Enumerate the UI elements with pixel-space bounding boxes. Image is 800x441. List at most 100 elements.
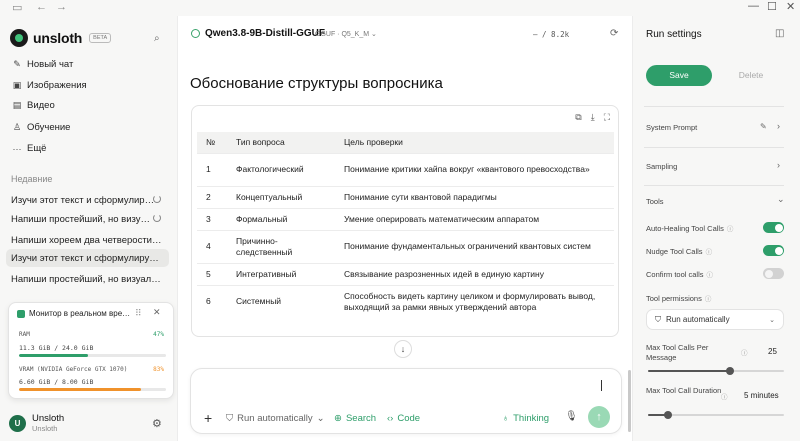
- max-duration-slider[interactable]: [648, 411, 784, 419]
- menu-images[interactable]: ▣ Изображения: [12, 80, 87, 91]
- globe-icon: ⊕: [334, 413, 342, 424]
- settings-gear-icon[interactable]: ⚙: [152, 417, 162, 430]
- auto-healing-toggle[interactable]: [763, 222, 784, 233]
- ram-value: 11.3 GiB / 24.0 GiB: [19, 344, 94, 352]
- lightbulb-icon: ♁: [502, 413, 510, 424]
- table-cell: Концептуальный: [227, 185, 335, 208]
- drag-handle-icon[interactable]: ⠿: [135, 308, 142, 319]
- table-cell: Умение оперировать математическим аппара…: [335, 207, 614, 230]
- column-header: №: [197, 132, 227, 153]
- save-button[interactable]: Save: [646, 65, 712, 86]
- microphone-icon[interactable]: 🎙: [565, 411, 578, 422]
- recent-chat-item[interactable]: Изучи этот текст и сформулир…: [6, 191, 169, 209]
- info-icon[interactable]: ⓘ: [706, 249, 713, 256]
- menu-video[interactable]: ▤ Видео: [12, 100, 55, 111]
- chat-scrollbar[interactable]: [628, 370, 631, 432]
- copy-icon[interactable]: ⧉: [575, 112, 581, 123]
- table-cell: Понимание фундаментальных ограничений кв…: [335, 229, 614, 263]
- panel-title: Run settings: [646, 29, 702, 40]
- info-icon[interactable]: ⓘ: [707, 272, 714, 279]
- info-icon[interactable]: ⓘ: [741, 347, 748, 357]
- text-cursor: [601, 380, 602, 391]
- max-calls-slider[interactable]: [648, 367, 784, 375]
- confirm-toggle[interactable]: [763, 268, 784, 279]
- divider: [644, 106, 784, 107]
- tool-permissions-select[interactable]: ⛉ Run automatically ⌄: [646, 309, 784, 330]
- slider-handle[interactable]: [725, 367, 734, 375]
- thinking-label: Thinking: [513, 413, 550, 424]
- monitor-title: Монитор в реальном вре…: [29, 309, 131, 318]
- info-icon[interactable]: ⓘ: [727, 226, 734, 233]
- vram-bar-fill: [19, 388, 141, 391]
- chevron-right-icon[interactable]: ›: [777, 160, 780, 170]
- menu-training[interactable]: ♙ Обучение: [12, 122, 71, 133]
- brand-logo[interactable]: unsloth BETA: [10, 29, 112, 47]
- recent-chat-item[interactable]: Напиши простейший, но визуальн…: [6, 270, 169, 288]
- attach-plus-icon[interactable]: +: [204, 410, 212, 426]
- close-icon[interactable]: ✕: [153, 307, 161, 318]
- download-icon[interactable]: ⤓: [591, 112, 595, 123]
- menu-new-chat[interactable]: ✎ Новый чат: [12, 59, 73, 70]
- message-heading: Обоснование структуры вопросника: [190, 75, 443, 92]
- close-window-button[interactable]: ✕: [786, 0, 795, 13]
- table-cell: 5: [197, 262, 227, 285]
- chevron-down-icon[interactable]: ⌄: [371, 31, 377, 38]
- search-label: Search: [345, 413, 377, 424]
- sampling-row[interactable]: Sampling: [646, 162, 677, 171]
- user-profile[interactable]: U Unsloth Unsloth: [9, 413, 64, 433]
- model-selector[interactable]: Qwen3.8-9B-Distill-GGUF: [205, 28, 325, 39]
- chevron-down-icon[interactable]: ⌄: [777, 194, 785, 205]
- search-icon[interactable]: ⌕: [154, 33, 160, 44]
- ram-label: RAM: [19, 331, 30, 338]
- thinking-toggle[interactable]: ♁ Thinking: [502, 413, 549, 424]
- table-row: 4 Причинно-следственный Понимание фундам…: [197, 229, 614, 263]
- send-button[interactable]: ↑: [588, 406, 610, 428]
- new-chat-icon: ✎: [13, 59, 21, 69]
- recent-chat-item[interactable]: Напиши простейший, но визу…: [6, 210, 169, 228]
- recent-chat-item-active[interactable]: Изучи этот текст и сформулируй …: [6, 249, 169, 267]
- maximize-button[interactable]: ☐: [767, 0, 777, 13]
- user-plan: Unsloth: [32, 424, 58, 433]
- forward-arrow-icon[interactable]: →: [56, 1, 67, 13]
- more-icon: ···: [12, 143, 22, 154]
- menu-more[interactable]: ··· Ещё: [12, 143, 47, 154]
- sidebar-toggle-icon[interactable]: ▭: [12, 1, 22, 14]
- back-arrow-icon[interactable]: ←: [36, 1, 47, 13]
- vram-bar: [19, 388, 166, 391]
- max-calls-value: 25: [768, 347, 777, 356]
- realtime-monitor-popup: Монитор в реальном вре… ⠿ ✕ RAM 47% 11.3…: [8, 302, 174, 399]
- user-name: Unsloth: [32, 413, 65, 424]
- chat-main: Qwen3.8-9B-Distill-GGUF GGUF · Q5_K_M ⌄ …: [177, 16, 633, 441]
- tools-section-label: Tools: [646, 197, 664, 206]
- table-cell: Понимание критики хайпа вокруг «квантово…: [335, 152, 614, 186]
- expand-icon[interactable]: ⛶: [604, 112, 610, 123]
- divider: [644, 147, 784, 148]
- info-icon[interactable]: ⓘ: [721, 391, 728, 401]
- nudge-toggle[interactable]: [763, 245, 784, 256]
- minimize-button[interactable]: —: [748, 0, 759, 12]
- code-tool-button[interactable]: ‹› Code: [387, 413, 420, 424]
- quant-text: GGUF · Q5_K_M: [315, 31, 370, 38]
- message-composer[interactable]: + ⛉ Run automatically ⌄ ⊕ Search ‹› Code…: [190, 368, 622, 434]
- chevron-right-icon[interactable]: ›: [777, 121, 780, 131]
- delete-button[interactable]: Delete: [718, 65, 784, 86]
- scroll-to-bottom-button[interactable]: ↓: [394, 340, 412, 358]
- table-row: 6 Системный Способность видеть картину ц…: [197, 284, 614, 318]
- auto-run-dropdown[interactable]: ⛉ Run automatically ⌄: [226, 413, 325, 424]
- permissions-label: Tool permissions ⓘ: [646, 293, 711, 303]
- recent-chat-item[interactable]: Напиши хореем два четверости…: [6, 231, 169, 249]
- slider-handle[interactable]: [664, 411, 673, 419]
- table-cell: Системный: [227, 284, 335, 318]
- info-icon[interactable]: ⓘ: [705, 296, 712, 303]
- system-prompt-row[interactable]: System Prompt: [646, 123, 697, 132]
- refresh-icon[interactable]: ⟳: [610, 28, 618, 39]
- loading-spinner-icon: [153, 214, 161, 222]
- column-header: Тип вопроса: [227, 132, 335, 153]
- pencil-icon[interactable]: ✎: [760, 122, 767, 131]
- table-cell: 4: [197, 229, 227, 263]
- panel-collapse-icon[interactable]: ◫: [775, 28, 784, 39]
- confirm-label: Confirm tool calls ⓘ: [646, 269, 713, 279]
- table-cell: Фактологический: [227, 152, 335, 186]
- search-tool-button[interactable]: ⊕ Search: [334, 413, 376, 424]
- column-header: Цель проверки: [335, 132, 614, 153]
